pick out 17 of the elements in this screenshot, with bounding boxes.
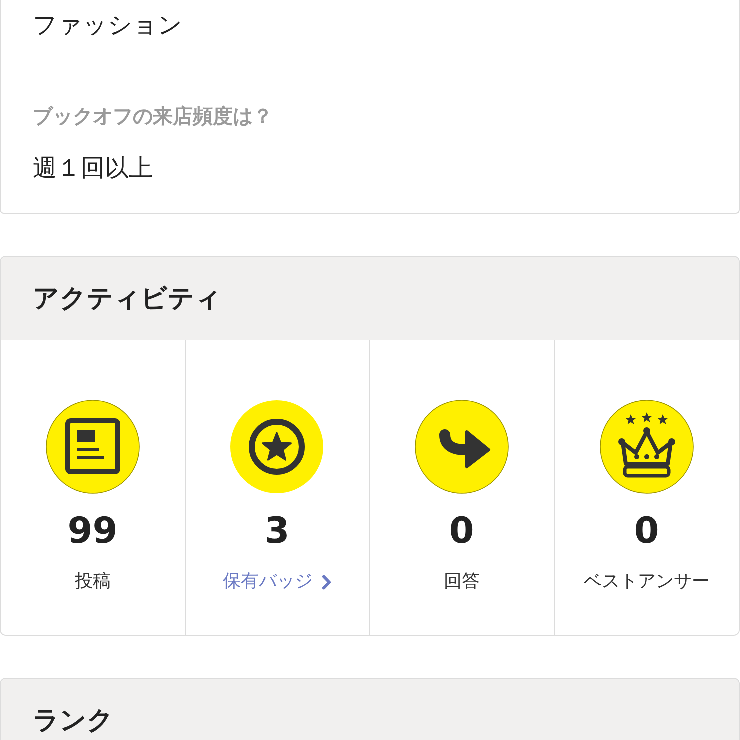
star-badge-icon (230, 400, 324, 494)
document-icon (46, 400, 140, 494)
badges-link[interactable]: 保有バッジ (222, 569, 332, 595)
crown-icon (600, 400, 694, 494)
stat-label: 投稿 (74, 570, 111, 594)
answer-text: 週１回以上 (33, 153, 153, 184)
question-label: ブックオフの来店頻度は？ (33, 103, 273, 130)
answer-text: ファッション (33, 10, 183, 41)
stat-count: 0 (449, 510, 474, 554)
stat-count: 99 (68, 510, 118, 554)
stat-label: ベストアンサー (584, 570, 710, 594)
chevron-right-icon (322, 574, 332, 590)
stat-count: 3 (264, 510, 290, 554)
section-title: アクティビティ (33, 282, 222, 316)
stat-label: 回答 (444, 570, 480, 594)
stat-count: 0 (634, 510, 660, 554)
section-title: ランク (33, 704, 114, 738)
